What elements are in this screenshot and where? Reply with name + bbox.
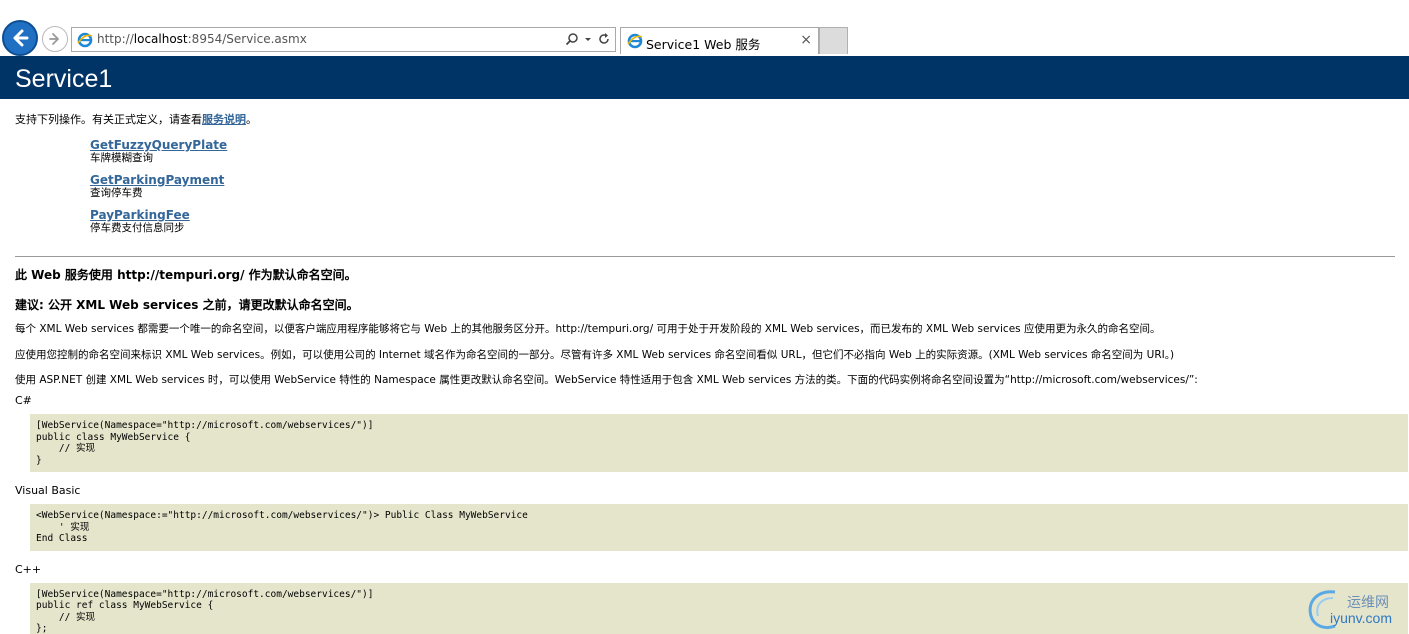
intro-text: 支持下列操作。有关正式定义，请查看服务说明。 <box>15 113 257 126</box>
namespace-section: 此 Web 服务使用 http://tempuri.org/ 作为默认命名空间。… <box>15 268 1408 634</box>
watermark-cn: 运维网 <box>1347 595 1389 611</box>
watermark-en: iyunv.com <box>1330 610 1392 626</box>
code-sample-vb: <WebService(Namespace:="http://microsoft… <box>30 504 1408 551</box>
code-sample-csharp: [WebService(Namespace="http://microsoft.… <box>30 414 1408 472</box>
code-language-label: C++ <box>15 562 42 576</box>
url-text: http://localhost:8954/Service.asmx <box>97 32 307 46</box>
code-language-label: C# <box>15 394 32 407</box>
list-item: GetParkingPayment 查询停车费 <box>90 173 1405 199</box>
arrow-left-icon <box>13 29 29 47</box>
address-bar[interactable]: http://localhost:8954/Service.asmx <box>71 27 616 52</box>
operations-list: GetFuzzyQueryPlate 车牌模糊查询 GetParkingPaym… <box>90 138 1405 234</box>
watermark-logo: 运维网 iyunv.com <box>1301 584 1409 634</box>
namespace-paragraph-1: 每个 XML Web services 都需要一个唯一的命名空间，以便客户端应用… <box>15 323 1161 335</box>
forward-button[interactable] <box>42 26 68 52</box>
list-item: PayParkingFee 停车费支付信息同步 <box>90 208 1405 234</box>
close-tab-icon[interactable]: × <box>800 32 812 48</box>
dropdown-arrow-icon[interactable] <box>584 31 592 50</box>
operation-description: 停车费支付信息同步 <box>90 222 185 234</box>
browser-chrome: http://localhost:8954/Service.asmx Servi… <box>0 0 1409 56</box>
list-item: GetFuzzyQueryPlate 车牌模糊查询 <box>90 138 1405 164</box>
divider <box>15 256 1395 257</box>
namespace-paragraph-3: 使用 ASP.NET 创建 XML Web services 时，可以使用 We… <box>15 374 1198 386</box>
operation-link-getparkingpayment[interactable]: GetParkingPayment <box>90 173 1405 187</box>
tab-title: Service1 Web 服务 <box>646 37 761 52</box>
refresh-icon[interactable] <box>597 31 611 50</box>
page-title: Service1 <box>15 65 113 93</box>
namespace-paragraph-2: 应使用您控制的命名空间来标识 XML Web services。例如，可以使用公… <box>15 349 1175 361</box>
back-button[interactable] <box>2 20 38 56</box>
new-tab-button[interactable] <box>819 27 848 54</box>
code-sample-cpp: [WebService(Namespace="http://microsoft.… <box>30 582 1408 634</box>
namespace-heading: 此 Web 服务使用 http://tempuri.org/ 作为默认命名空间。 <box>15 268 357 282</box>
search-icon[interactable] <box>565 31 579 50</box>
ie-tab-icon <box>627 33 643 49</box>
namespace-recommendation: 建议: 公开 XML Web services 之前，请更改默认命名空间。 <box>15 298 359 312</box>
operation-link-getfuzzyqueryplate[interactable]: GetFuzzyQueryPlate <box>90 138 1405 152</box>
operation-link-payparkingfee[interactable]: PayParkingFee <box>90 208 1405 222</box>
code-language-label: Visual Basic <box>15 484 81 497</box>
page-header: Service1 <box>0 56 1409 99</box>
service-description-link[interactable]: 服务说明 <box>202 113 246 126</box>
ie-icon <box>77 32 93 48</box>
operation-description: 查询停车费 <box>90 187 143 199</box>
page-content: 支持下列操作。有关正式定义，请查看服务说明。 GetFuzzyQueryPlat… <box>15 112 1405 243</box>
arrow-right-icon <box>49 33 59 45</box>
operation-description: 车牌模糊查询 <box>90 152 153 164</box>
tab-service1[interactable]: Service1 Web 服务 × <box>620 27 819 54</box>
